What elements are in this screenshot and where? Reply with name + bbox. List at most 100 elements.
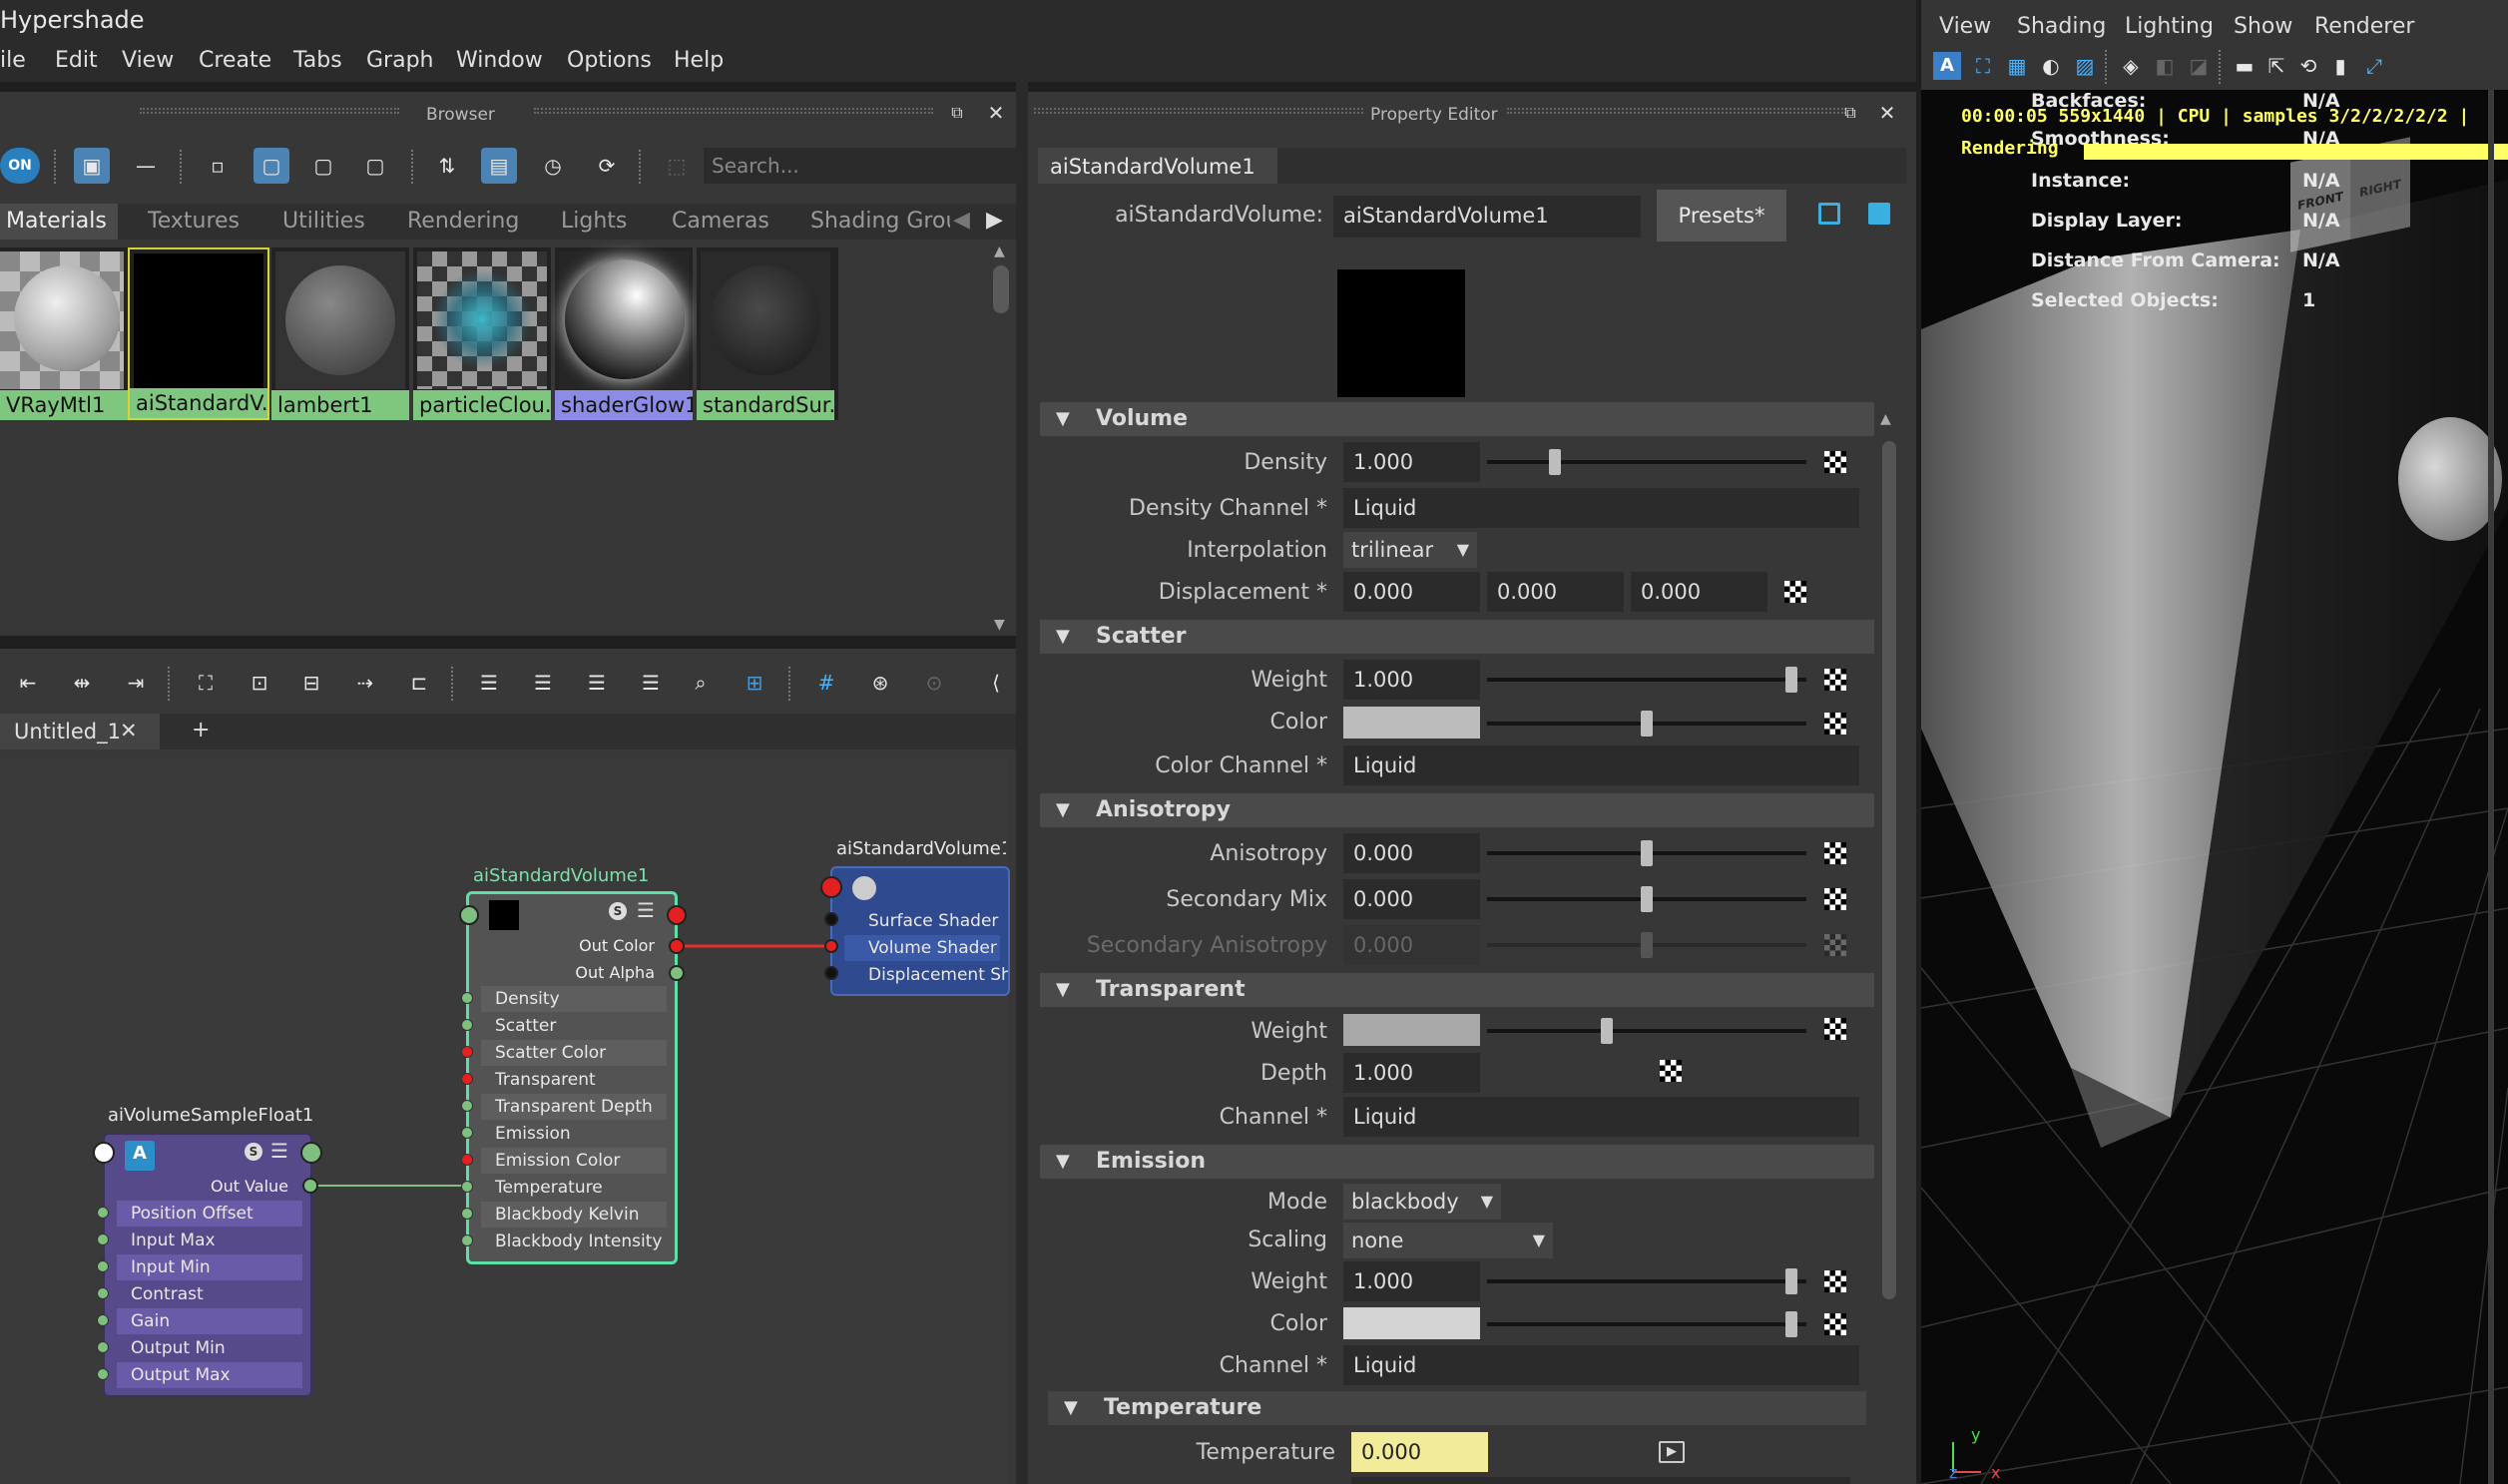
slider-knob[interactable]: [1784, 1268, 1797, 1294]
emission-weight-slider[interactable]: [1487, 1268, 1806, 1294]
vp-menu-view[interactable]: View: [1939, 14, 1991, 39]
show-attr-editor-icon[interactable]: [1868, 203, 1890, 225]
transparent-color-swatch[interactable]: [1343, 1014, 1480, 1046]
displacement-z-field[interactable]: 0.000: [1631, 572, 1767, 612]
input-port[interactable]: [824, 966, 838, 980]
attr-row[interactable]: Contrast: [117, 1281, 302, 1307]
scroll-up-icon[interactable]: ▲: [1880, 411, 1891, 427]
arnold-icon[interactable]: A: [1933, 52, 1961, 80]
scatter-color-swatch[interactable]: [1343, 707, 1480, 739]
output-port[interactable]: [669, 938, 685, 954]
camera-icon[interactable]: ▬: [2227, 48, 2262, 84]
s-badge-icon[interactable]: S: [245, 1143, 262, 1161]
anisotropy-slider[interactable]: [1487, 840, 1806, 866]
map-button-icon[interactable]: [1824, 842, 1846, 864]
attr-row[interactable]: Transparent Depth: [481, 1094, 667, 1120]
input-port[interactable]: [97, 1368, 109, 1380]
drag-handle[interactable]: [1034, 108, 1363, 114]
input-port[interactable]: [820, 876, 842, 898]
input-port[interactable]: [97, 1314, 109, 1326]
scatter-color-slider[interactable]: [1487, 711, 1806, 737]
float-panel-icon[interactable]: ⧉: [1839, 102, 1861, 124]
transparent-depth-field[interactable]: 1.000: [1343, 1053, 1480, 1093]
attr-row[interactable]: Scatter: [481, 1013, 667, 1039]
map-button-icon[interactable]: [1824, 713, 1846, 735]
input-port[interactable]: [461, 992, 473, 1004]
node-shading-group[interactable]: Surface Shader Volume Shader Displacemen…: [830, 866, 1010, 996]
map-button-icon[interactable]: [1784, 581, 1806, 603]
transparent-channel-field[interactable]: Liquid: [1343, 1097, 1859, 1137]
input-port[interactable]: [93, 1142, 115, 1164]
section-transparent[interactable]: ▼ Transparent: [1040, 973, 1874, 1007]
frame-icon[interactable]: ⛶: [1965, 48, 2001, 84]
attr-row[interactable]: Position Offset: [117, 1201, 302, 1227]
node-name-field[interactable]: aiStandardVolume1: [1333, 196, 1641, 238]
output-port[interactable]: [302, 1178, 318, 1194]
section-anisotropy[interactable]: ▼ Anisotropy: [1040, 793, 1874, 827]
output-port[interactable]: [300, 1142, 322, 1164]
slider-knob[interactable]: [1548, 449, 1561, 475]
viewport-panel[interactable]: View Shading Lighting Show Renderer A ⛶ …: [1921, 0, 2508, 1484]
focus-icon[interactable]: [1818, 203, 1840, 225]
list-icon[interactable]: ☰: [270, 1139, 288, 1163]
scatter-weight-field[interactable]: 1.000: [1343, 660, 1480, 700]
node-volume-sample[interactable]: A S ☰ Out Value Position Offset Input Ma…: [103, 1133, 312, 1397]
attr-row[interactable]: Output Max: [117, 1362, 302, 1388]
attr-row[interactable]: Input Max: [117, 1228, 302, 1253]
close-icon[interactable]: ✕: [1876, 102, 1898, 124]
input-port[interactable]: [97, 1260, 109, 1272]
attr-row[interactable]: Blackbody Intensity: [481, 1229, 667, 1254]
pe-scrollbar[interactable]: ▲: [1876, 411, 1904, 1484]
emission-color-swatch[interactable]: [1343, 1307, 1480, 1339]
section-emission[interactable]: ▼ Emission: [1040, 1145, 1874, 1179]
emission-channel-field[interactable]: Liquid: [1343, 1345, 1859, 1385]
vp-menu-show[interactable]: Show: [2234, 14, 2292, 39]
input-port[interactable]: [461, 1127, 473, 1139]
emission-mode-dropdown[interactable]: blackbody ▼: [1343, 1184, 1501, 1220]
input-port[interactable]: [97, 1207, 109, 1219]
presets-button[interactable]: Presets*: [1657, 190, 1786, 242]
isolate-icon[interactable]: ◈: [2113, 48, 2149, 84]
slider-knob[interactable]: [1641, 711, 1653, 737]
light-icon[interactable]: ⤢: [2356, 48, 2392, 84]
emission-weight-field[interactable]: 1.000: [1343, 1261, 1480, 1301]
slider-knob[interactable]: [1641, 886, 1653, 912]
output-port[interactable]: [669, 965, 685, 981]
map-button-icon[interactable]: [1660, 1060, 1682, 1082]
density-channel-field[interactable]: Liquid: [1343, 488, 1859, 528]
node-aistandardvolume[interactable]: S ☰ Out Color Out Alpha Density Scatter …: [466, 891, 678, 1264]
attr-row[interactable]: Temperature: [481, 1175, 667, 1201]
input-port[interactable]: [824, 939, 838, 953]
input-port[interactable]: [461, 1073, 473, 1085]
scroll-thumb[interactable]: [1882, 441, 1896, 1299]
input-port[interactable]: [461, 1019, 473, 1031]
list-icon[interactable]: ☰: [637, 898, 655, 922]
output-port[interactable]: [667, 905, 687, 925]
grid-toggle-icon[interactable]: ▦: [1999, 48, 2035, 84]
vp-menu-shading[interactable]: Shading: [2017, 14, 2106, 39]
slider-knob[interactable]: [1784, 667, 1797, 693]
attr-row[interactable]: Emission: [481, 1121, 667, 1147]
view-cube-front[interactable]: FRONT: [2290, 150, 2350, 252]
displacement-x-field[interactable]: 0.000: [1343, 572, 1480, 612]
drag-handle[interactable]: [1507, 108, 1846, 114]
map-button-icon[interactable]: [1824, 451, 1846, 473]
map-button-icon[interactable]: [1824, 1018, 1846, 1040]
input-port[interactable]: [459, 905, 479, 925]
camera-move-icon[interactable]: ⇱: [2258, 48, 2294, 84]
attr-row[interactable]: Scatter Color: [481, 1040, 667, 1066]
transparent-weight-slider[interactable]: [1487, 1018, 1806, 1044]
input-port[interactable]: [97, 1287, 109, 1299]
displacement-y-field[interactable]: 0.000: [1487, 572, 1624, 612]
attr-row[interactable]: Input Min: [117, 1254, 302, 1280]
section-scatter[interactable]: ▼ Scatter: [1040, 620, 1874, 654]
s-badge-icon[interactable]: S: [609, 902, 627, 920]
input-port[interactable]: [461, 1100, 473, 1112]
emission-color-slider[interactable]: [1487, 1311, 1806, 1337]
emission-scaling-dropdown[interactable]: none ▼: [1343, 1223, 1553, 1258]
attr-row[interactable]: Transparent: [481, 1067, 667, 1093]
input-port[interactable]: [461, 1046, 473, 1058]
texture-icon[interactable]: ▨: [2067, 48, 2103, 84]
attr-row[interactable]: Displacement Shade: [844, 962, 1008, 988]
attr-row[interactable]: Gain: [117, 1308, 302, 1334]
